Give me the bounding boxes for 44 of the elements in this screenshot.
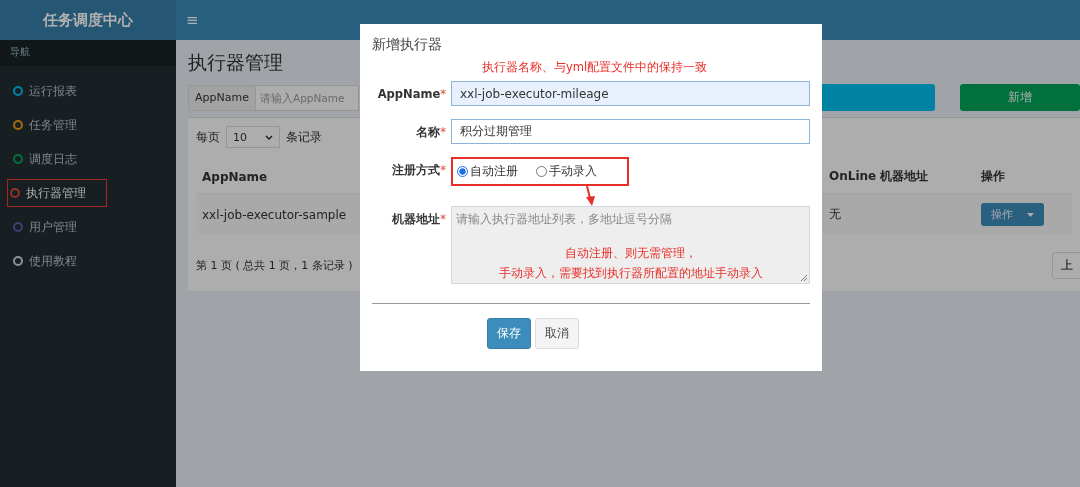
annotation-text: 手动录入，需要找到执行器所配置的地址手动录入	[498, 265, 763, 282]
search-field[interactable]: 请输入AppName	[254, 84, 359, 111]
app-logo: 任务调度中心	[0, 0, 176, 40]
sidebar-item[interactable]: 使用教程	[0, 248, 109, 274]
text-field[interactable]: xxl-job-executor-mileage	[451, 81, 810, 106]
table-cell: xxl-job-executor-sample	[202, 207, 347, 222]
caret-icon	[1027, 212, 1034, 217]
sidebar-item[interactable]: 执行器管理	[8, 180, 106, 206]
page-size-label: 条记录	[286, 128, 322, 146]
page-size-label: 每页	[196, 128, 220, 146]
page-size-select[interactable]: 10	[226, 126, 280, 148]
sidebar-item[interactable]: 用户管理	[0, 214, 109, 240]
field-label: AppName	[188, 84, 255, 111]
menu-icon[interactable]: ≡	[186, 11, 199, 29]
add-button[interactable]: 新增	[960, 84, 1080, 111]
previous-page-button[interactable]: 上	[1052, 252, 1080, 279]
cancel-button[interactable]: 取消	[535, 318, 579, 349]
table-cell: 无	[829, 207, 841, 221]
radio-button[interactable]	[536, 166, 547, 177]
sidebar-heading: 导航	[0, 40, 176, 66]
save-button[interactable]: 保存	[487, 318, 531, 349]
radio-option[interactable]: 自动注册	[457, 163, 518, 180]
dialog-title: 新增执行器	[372, 36, 443, 54]
column-header: AppName	[202, 169, 268, 184]
text-field[interactable]: 积分过期管理	[451, 119, 810, 144]
radio-button[interactable]	[457, 166, 468, 177]
column-header: 操作	[981, 169, 1005, 183]
sidebar-item[interactable]: 调度日志	[0, 146, 109, 172]
sidebar-item[interactable]: 运行报表	[0, 78, 109, 104]
column-header: OnLine 机器地址	[829, 169, 929, 183]
field-label: 机器地址*	[392, 211, 446, 226]
action-dropdown-button[interactable]: 操作	[981, 203, 1044, 226]
field-label: 名称*	[416, 124, 446, 139]
placeholder-text: 请输入执行器地址列表，多地址逗号分隔	[456, 212, 672, 226]
page-title: 执行器管理	[188, 50, 283, 75]
annotation-text: 自动注册、则无需管理，	[564, 245, 697, 262]
radio-option[interactable]: 手动录入	[536, 163, 597, 180]
field-label: AppName*	[377, 86, 446, 101]
chevron-down-icon	[265, 134, 273, 140]
sidebar-item[interactable]: 任务管理	[0, 112, 109, 138]
field-label: 注册方式*	[392, 162, 446, 177]
resize-grip-icon	[800, 274, 807, 281]
annotation-text: 执行器名称、与yml配置文件中的保持一致	[482, 60, 708, 75]
pagination-info: 第 1 页 ( 总共 1 页，1 条记录 )	[196, 258, 353, 273]
